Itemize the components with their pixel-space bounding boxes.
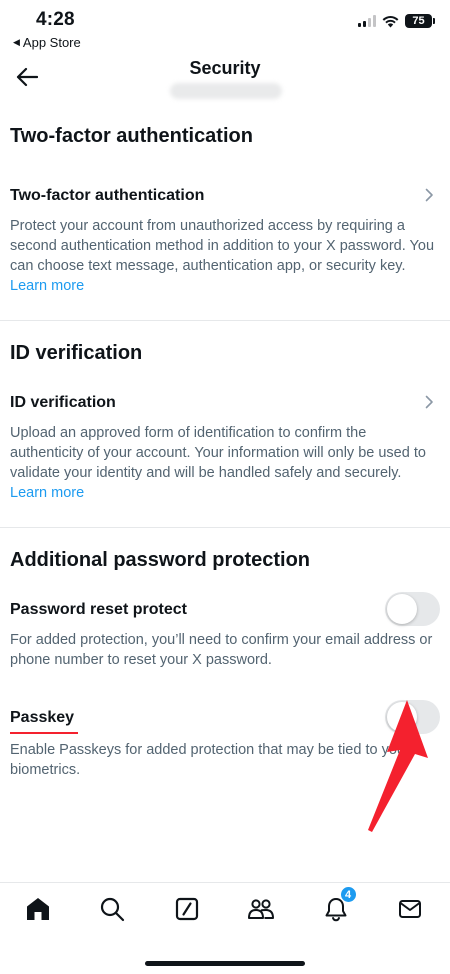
password-reset-label: Password reset protect [10, 601, 187, 618]
password-reset-description: For added protection, you’ll need to con… [10, 632, 433, 668]
header: Security [0, 56, 450, 104]
back-to-app-label: App Store [22, 35, 81, 50]
section-heading-two-factor: Two-factor authentication [10, 125, 253, 147]
cellular-signal-icon [358, 15, 376, 27]
toggle-knob [387, 594, 417, 624]
id-verification-learn-more-link[interactable]: Learn more [10, 485, 84, 501]
tab-messages[interactable] [396, 895, 424, 923]
tab-bar: 4 [0, 882, 450, 974]
tab-communities[interactable] [247, 895, 275, 923]
two-factor-learn-more-link[interactable]: Learn more [10, 278, 84, 294]
mail-icon [398, 900, 421, 918]
back-to-app-store[interactable]: ◀ App Store [13, 35, 81, 50]
id-verification-row[interactable]: ID verification [0, 383, 450, 423]
chevron-right-icon [425, 188, 433, 202]
section-heading-id-verification: ID verification [10, 342, 143, 364]
red-arrow-annotation [368, 700, 428, 832]
id-verification-label: ID verification [10, 394, 116, 411]
back-triangle-icon: ◀ [13, 37, 20, 47]
search-icon [101, 897, 125, 922]
settings-content: Two-factor authentication Two-factor aut… [0, 104, 450, 804]
home-indicator [145, 961, 305, 966]
password-reset-toggle[interactable] [385, 592, 440, 626]
notification-count-badge: 4 [339, 886, 357, 903]
status-icons: 75 [358, 14, 435, 28]
id-verification-description: Upload an approved form of identificatio… [0, 423, 450, 527]
password-reset-row: Password reset protect [0, 590, 450, 630]
tab-grok[interactable] [173, 895, 201, 923]
section-two-factor: Two-factor authentication Two-factor aut… [0, 104, 450, 321]
tab-search[interactable] [98, 895, 126, 923]
section-heading-password-protection: Additional password protection [10, 549, 311, 571]
blurred-username [170, 83, 282, 99]
tab-notifications[interactable]: 4 [322, 886, 357, 923]
communities-icon [248, 899, 275, 919]
status-time: 4:28 [36, 9, 75, 30]
two-factor-desc-text: Protect your account from unauthorized a… [10, 218, 435, 274]
page-title: Security [189, 58, 261, 78]
two-factor-label: Two-factor authentication [10, 187, 205, 204]
two-factor-description: Protect your account from unauthorized a… [0, 216, 450, 320]
tab-home[interactable] [24, 895, 52, 923]
id-verification-desc-text: Upload an approved form of identificatio… [10, 425, 426, 481]
grok-icon [175, 897, 198, 921]
two-factor-row[interactable]: Two-factor authentication [0, 176, 450, 216]
home-icon [27, 898, 49, 920]
status-bar: 4:28 ◀ App Store 75 [0, 0, 450, 56]
passkey-underline-annotation [10, 732, 78, 734]
battery-icon: 75 [405, 14, 435, 28]
passkey-label: Passkey [10, 709, 75, 726]
section-id-verification: ID verification ID verification Upload a… [0, 321, 450, 528]
wifi-icon [382, 15, 399, 27]
chevron-right-icon [425, 395, 433, 409]
